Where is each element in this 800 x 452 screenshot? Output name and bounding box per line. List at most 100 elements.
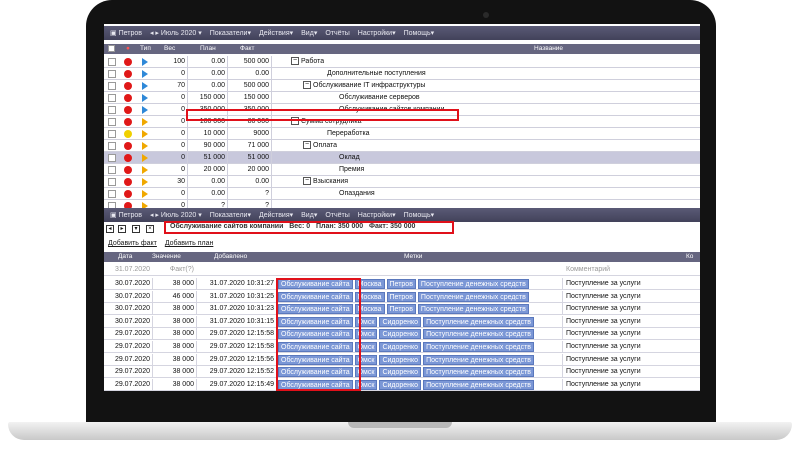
- menu-view[interactable]: Вид: [301, 30, 314, 37]
- menu-reports-2[interactable]: Отчёты: [325, 212, 349, 219]
- row-checkbox[interactable]: [108, 130, 116, 138]
- grid-row[interactable]: 0 0.00? Опаздания: [104, 188, 700, 200]
- down-icon[interactable]: ▾: [132, 225, 140, 233]
- tag-badge[interactable]: Петров: [386, 291, 416, 302]
- row-plan[interactable]: 0.00: [188, 188, 228, 200]
- tag-badge[interactable]: Омск: [354, 342, 378, 352]
- row-fact[interactable]: 150 000: [228, 92, 272, 104]
- row-plan[interactable]: 20 000: [188, 164, 228, 176]
- tag-badge[interactable]: Сидоренко: [379, 316, 422, 327]
- tag-badge[interactable]: Поступление денежных средств: [423, 316, 534, 327]
- tag-badge[interactable]: Поступление денежных средств: [417, 279, 529, 289]
- row-plan[interactable]: 10 000: [188, 128, 228, 140]
- row-checkbox[interactable]: [108, 82, 116, 90]
- menu-actions-2[interactable]: Действия: [259, 212, 290, 219]
- grid-row[interactable]: 30 0.00 0.00− Взыскания: [104, 176, 700, 188]
- collapse-icon[interactable]: −: [303, 141, 311, 150]
- row-checkbox[interactable]: [108, 178, 116, 186]
- tag-badge[interactable]: Обслуживание сайта: [278, 367, 353, 378]
- tag-badge[interactable]: Поступление денежных средств: [423, 367, 534, 378]
- menu-help[interactable]: Помощь: [404, 30, 431, 37]
- row-plan[interactable]: 350 000: [188, 104, 228, 116]
- row-weight[interactable]: 0: [154, 68, 188, 80]
- row-weight[interactable]: 0: [154, 104, 188, 116]
- row-plan[interactable]: 100 000: [188, 116, 228, 128]
- col-fact[interactable]: Факт: [240, 45, 254, 52]
- tag-badge[interactable]: Омск: [354, 329, 378, 340]
- tag-badge[interactable]: Омск: [354, 379, 378, 390]
- row-checkbox[interactable]: [108, 94, 116, 102]
- tag-badge[interactable]: Обслуживание сайта: [278, 316, 353, 327]
- col-date[interactable]: Дата: [118, 253, 132, 260]
- tag-badge[interactable]: Петров: [386, 304, 416, 315]
- close-icon[interactable]: ×: [146, 225, 154, 233]
- grid-row[interactable]: 70 0.00 500 000 − Обслуживание IT инфраструк…: [104, 80, 700, 92]
- tag-badge[interactable]: Обслуживание сайта: [278, 354, 353, 365]
- tag-badge[interactable]: Поступление денежных средств: [417, 291, 529, 302]
- tag-badge[interactable]: Поступление денежных средств: [423, 342, 534, 352]
- menu-reports[interactable]: Отчёты: [325, 30, 349, 37]
- grid-row[interactable]: 0 10 000 9000 Переработка: [104, 128, 700, 140]
- fact-row[interactable]: 29.07.2020 38 000 29.07.2020 12:15:58 Обслу…: [104, 341, 700, 353]
- row-checkbox[interactable]: [108, 58, 116, 66]
- row-checkbox[interactable]: [108, 142, 116, 150]
- collapse-icon[interactable]: −: [303, 81, 311, 90]
- row-fact[interactable]: 51 000: [228, 152, 272, 164]
- tag-badge[interactable]: Сидоренко: [379, 329, 422, 340]
- col-name[interactable]: Название: [534, 45, 563, 52]
- row-fact[interactable]: 500 000: [228, 80, 272, 92]
- row-checkbox[interactable]: [108, 190, 116, 198]
- tag-badge[interactable]: Обслуживание сайта: [278, 342, 353, 352]
- user-menu-2[interactable]: ▣ Петров: [110, 211, 142, 219]
- grid-row[interactable]: 0 350 000 350 000 Обслуживание сайтов компа…: [104, 104, 700, 116]
- collapse-icon[interactable]: −: [291, 57, 299, 66]
- row-fact[interactable]: 71 000: [228, 140, 272, 152]
- grid-row[interactable]: 0 90 000 71 000 − Оплата: [104, 140, 700, 152]
- tag-badge[interactable]: Обслуживание сайта: [278, 279, 353, 289]
- tag-badge[interactable]: Сидоренко: [379, 354, 422, 365]
- row-plan[interactable]: 0.00: [188, 68, 228, 80]
- col-comment[interactable]: Ко: [686, 253, 693, 260]
- select-all-checkbox[interactable]: [108, 45, 115, 52]
- row-fact[interactable]: 0.00: [228, 176, 272, 188]
- row-weight[interactable]: 0: [154, 140, 188, 152]
- col-tags[interactable]: Метки: [404, 253, 422, 260]
- row-fact[interactable]: 20 000: [228, 164, 272, 176]
- row-plan[interactable]: 150 000: [188, 92, 228, 104]
- row-plan[interactable]: 0.00: [188, 56, 228, 68]
- col-weight[interactable]: Вес: [164, 45, 175, 52]
- first-icon[interactable]: ◂: [106, 225, 114, 233]
- row-plan[interactable]: 90 000: [188, 140, 228, 152]
- collapse-icon[interactable]: −: [303, 177, 311, 186]
- tag-badge[interactable]: Поступление денежных средств: [417, 304, 529, 315]
- row-weight[interactable]: 0: [154, 116, 188, 128]
- row-fact[interactable]: 80 000: [228, 116, 272, 128]
- col-added[interactable]: Добавлено: [214, 253, 247, 260]
- row-plan[interactable]: 51 000: [188, 152, 228, 164]
- row-checkbox[interactable]: [108, 118, 116, 126]
- fact-row[interactable]: 29.07.2020 38 000 29.07.2020 12:15:49 Обслу…: [104, 378, 700, 391]
- menu-indicators-2[interactable]: Показатели: [210, 212, 248, 219]
- tag-badge[interactable]: Обслуживание сайта: [278, 379, 353, 390]
- grid-row[interactable]: 100 0.00 500 000 − Работа: [104, 56, 700, 68]
- fact-row[interactable]: 29.07.2020 38 000 29.07.2020 12:15:52 Обслу…: [104, 366, 700, 379]
- tag-badge[interactable]: Сидоренко: [379, 342, 422, 352]
- row-checkbox[interactable]: [108, 70, 116, 78]
- prev-icon[interactable]: ▸: [118, 225, 126, 233]
- grid-row[interactable]: 0 20 000 20 000 Премия: [104, 164, 700, 176]
- tag-badge[interactable]: Поступление денежных средств: [423, 354, 534, 365]
- grid-row[interactable]: 0 150 000 150 000 Обслуживание серверов: [104, 92, 700, 104]
- menu-view-2[interactable]: Вид: [301, 212, 314, 219]
- add-plan-link[interactable]: Добавить план: [165, 240, 214, 247]
- row-weight[interactable]: 0: [154, 164, 188, 176]
- row-weight[interactable]: 30: [154, 176, 188, 188]
- row-checkbox[interactable]: [108, 166, 116, 174]
- tag-badge[interactable]: Обслуживание сайта: [278, 304, 353, 315]
- tag-badge[interactable]: Москва: [354, 304, 385, 315]
- tag-badge[interactable]: Сидоренко: [379, 367, 422, 378]
- tag-badge[interactable]: Омск: [354, 367, 378, 378]
- menu-settings[interactable]: Настройки: [358, 30, 392, 37]
- menu-settings-2[interactable]: Настройки: [358, 212, 392, 219]
- tag-badge[interactable]: Омск: [354, 354, 378, 365]
- grid-row[interactable]: 0 100 000 80 000 − Сумма сотрудника: [104, 116, 700, 128]
